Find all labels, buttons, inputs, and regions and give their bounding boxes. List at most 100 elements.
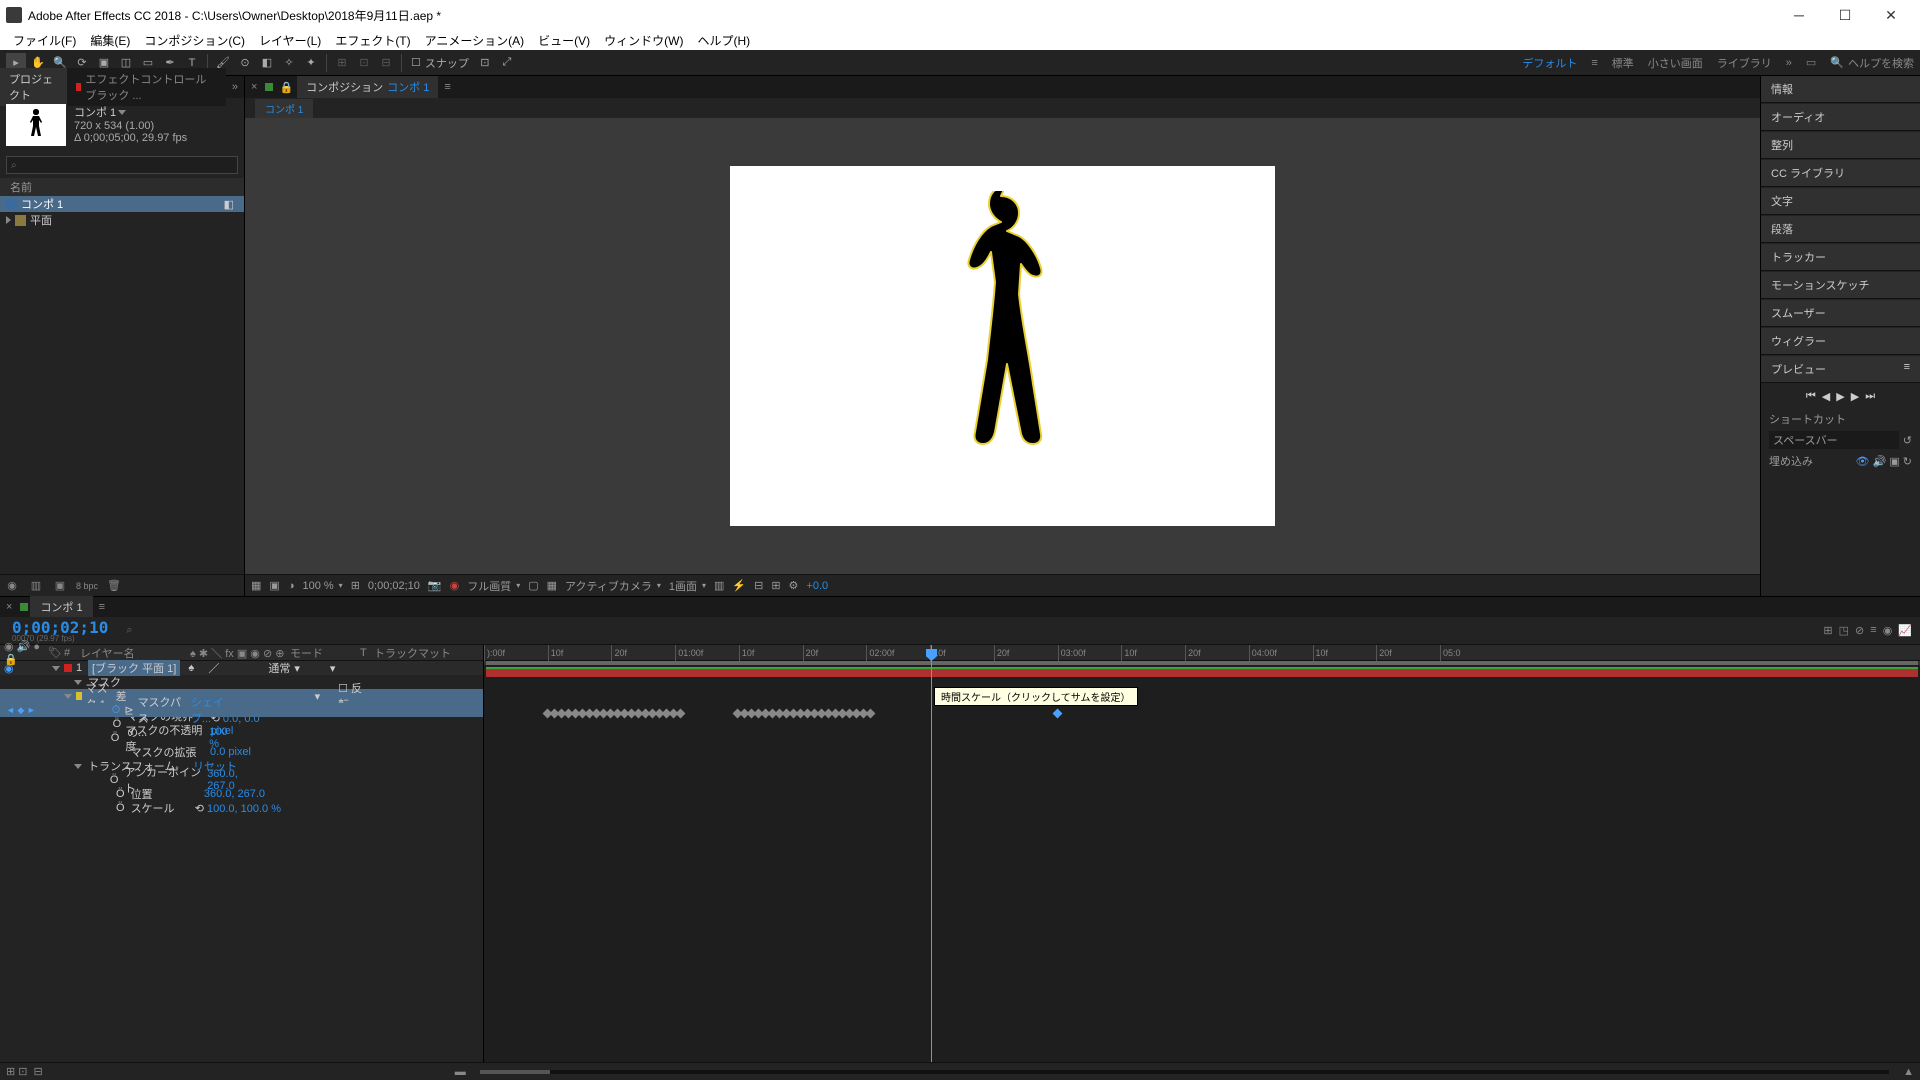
graph-editor-icon[interactable]: 📈 (1898, 624, 1912, 637)
zoom-level[interactable]: 100 % (302, 580, 342, 592)
zoom-in-icon[interactable]: ▲ (1903, 1066, 1914, 1078)
toggle-switches-icon[interactable]: ⊞ ⊡ (6, 1065, 28, 1078)
camera-dropdown[interactable]: アクティブカメラ (565, 578, 661, 594)
play-icon[interactable]: ▶ (1836, 390, 1844, 403)
col-layer-name[interactable]: レイヤー名 (80, 645, 190, 661)
col-name[interactable]: 名前 (10, 179, 32, 195)
roi-icon[interactable]: ▢ (528, 579, 538, 592)
menu-help[interactable]: ヘルプ(H) (691, 32, 758, 49)
help-search[interactable]: 🔍 ヘルプを検索 (1830, 55, 1914, 71)
mask-toggle-icon[interactable]: ◑ (288, 580, 295, 592)
bit-depth[interactable]: 8 bpc (76, 581, 98, 591)
local-axis-icon[interactable]: ⊞ (332, 53, 352, 73)
panel-wiggler[interactable]: ウィグラー (1761, 328, 1920, 355)
timeline-tab[interactable]: コンポ 1 (30, 596, 92, 618)
next-frame-icon[interactable]: ▶ (1851, 390, 1859, 403)
prop-mask-path[interactable]: ◄ ◆ ► ⏱⊵ マスクパス シェイプ... (0, 703, 483, 717)
prop-anchor[interactable]: Ö アンカーポイント 360.0, 267.0 (0, 773, 483, 787)
menu-layer[interactable]: レイヤー(L) (252, 32, 328, 49)
embed-loop-icon[interactable]: ↻ (1903, 456, 1912, 468)
time-ruler[interactable]: ):00f10f20f01:00f10f20f02:00f10f20f03:00… (484, 645, 1920, 661)
pixel-aspect-icon[interactable]: ▥ (714, 579, 724, 592)
project-search[interactable]: ⌕ (6, 156, 238, 174)
menu-edit[interactable]: 編集(E) (83, 32, 137, 49)
menu-window[interactable]: ウィンドウ(W) (597, 32, 690, 49)
toggle-modes-icon[interactable]: ⊟ (34, 1065, 43, 1078)
workspace-more-icon[interactable]: » (1786, 57, 1792, 69)
embed-overlay-icon[interactable]: ▣ (1889, 456, 1899, 468)
motion-blur-icon[interactable]: ◉ (1883, 624, 1893, 637)
resolution-icon[interactable]: ⊞ (351, 579, 360, 592)
workspace-small[interactable]: 小さい画面 (1648, 55, 1703, 71)
menu-view[interactable]: ビュー(V) (531, 32, 597, 49)
draft3d-icon[interactable]: ◳ (1839, 624, 1849, 637)
workspace-library[interactable]: ライブラリ (1717, 55, 1772, 71)
workspace-default[interactable]: デフォルト (1522, 55, 1577, 71)
keyframe-track[interactable] (484, 707, 1920, 721)
snap-edge-icon[interactable]: ⊡ (475, 53, 495, 73)
interpret-footage-icon[interactable]: ◉ (4, 579, 20, 593)
embed-video-icon[interactable]: 👁 (1856, 456, 1870, 468)
layer-row[interactable]: ◉ 1 [ブラック 平面 1] ♠／ 通常▾ ▾ (0, 661, 483, 675)
close-button[interactable]: ✕ (1868, 0, 1914, 30)
embed-audio-icon[interactable]: 🔊 (1873, 456, 1887, 468)
workspace-standard[interactable]: 標準 (1612, 55, 1634, 71)
col-trackmatte[interactable]: トラックマット (374, 645, 451, 661)
shortcut-dropdown[interactable]: スペースバー (1769, 431, 1899, 449)
timeline-tracks[interactable]: ):00f10f20f01:00f10f20f02:00f10f20f03:00… (484, 645, 1920, 1062)
exposure[interactable]: +0.0 (806, 580, 828, 592)
workspace-tablet-icon[interactable]: ▭ (1806, 56, 1816, 69)
new-folder-icon[interactable]: ▥ (28, 579, 44, 593)
panel-align[interactable]: 整列 (1761, 132, 1920, 159)
fast-preview-icon[interactable]: ⚡ (732, 579, 746, 592)
shy-icon[interactable]: ⊘ (1855, 624, 1864, 637)
resolution-dropdown[interactable]: フル画質 (467, 578, 520, 594)
zoom-slider[interactable] (480, 1070, 1889, 1074)
panel-paragraph[interactable]: 段落 (1761, 216, 1920, 243)
prop-mask-expansion[interactable]: Ö マスクの拡張 0.0 pixel (0, 745, 483, 759)
world-axis-icon[interactable]: ⊡ (354, 53, 374, 73)
panel-motionsketch[interactable]: モーションスケッチ (1761, 272, 1920, 299)
panel-preview[interactable]: プレビュー≡ (1761, 356, 1920, 383)
clone-tool-icon[interactable]: ⊙ (235, 53, 255, 73)
exposure-reset-icon[interactable]: ⚙ (789, 579, 799, 592)
puppet-tool-icon[interactable]: ✦ (301, 53, 321, 73)
panel-audio[interactable]: オーディオ (1761, 104, 1920, 131)
snapshot-icon[interactable]: 📷 (428, 579, 442, 592)
viewer[interactable] (245, 118, 1760, 574)
eraser-tool-icon[interactable]: ◧ (257, 53, 277, 73)
canvas[interactable] (730, 166, 1275, 526)
playhead[interactable] (931, 645, 932, 1062)
menu-file[interactable]: ファイル(F) (6, 32, 83, 49)
panel-smoother[interactable]: スムーザー (1761, 300, 1920, 327)
snap-expand-icon[interactable]: ⤢ (497, 53, 517, 73)
flowchart-icon[interactable]: ⊞ (771, 579, 780, 592)
snap-toggle[interactable]: ☐ スナップ (407, 55, 473, 71)
col-mode[interactable]: モード (290, 645, 360, 661)
panel-tracker[interactable]: トラッカー (1761, 244, 1920, 271)
timeline-search[interactable]: ⌕ (126, 624, 132, 637)
prev-frame-icon[interactable]: ◀ (1822, 390, 1830, 403)
reset-icon[interactable]: ↺ (1903, 434, 1912, 447)
panel-menu-icon[interactable]: ≡ (93, 601, 111, 613)
views-dropdown[interactable]: 1画面 (669, 578, 706, 594)
panel-info[interactable]: 情報 (1761, 76, 1920, 103)
comp-breadcrumb[interactable]: コンポ 1 (255, 99, 313, 118)
prop-position[interactable]: Ö 位置 360.0, 267.0 (0, 787, 483, 801)
panel-menu-icon[interactable]: ≡ (438, 81, 456, 93)
timecode-display[interactable]: 0;00;02;10 (368, 580, 420, 592)
tab-composition[interactable]: コンポジション コンポ 1 (297, 76, 438, 98)
comp-mini-flowchart-icon[interactable]: ⊞ (1823, 624, 1832, 637)
first-frame-icon[interactable]: ⏮ (1806, 390, 1816, 403)
render-icon[interactable]: ▣ (269, 579, 279, 592)
prop-scale[interactable]: Ö スケール ⟲ 100.0, 100.0 % (0, 801, 483, 815)
alpha-icon[interactable]: ▦ (251, 579, 261, 592)
roto-tool-icon[interactable]: ✧ (279, 53, 299, 73)
menu-composition[interactable]: コンポジション(C) (137, 32, 252, 49)
view-axis-icon[interactable]: ⊟ (376, 53, 396, 73)
project-item-comp[interactable]: コンポ 1 ◧ (0, 196, 244, 212)
project-item-folder[interactable]: 平面 (0, 212, 244, 228)
disclosure-icon[interactable] (6, 216, 11, 224)
menu-animation[interactable]: アニメーション(A) (418, 32, 532, 49)
minimize-button[interactable]: ─ (1776, 0, 1822, 30)
